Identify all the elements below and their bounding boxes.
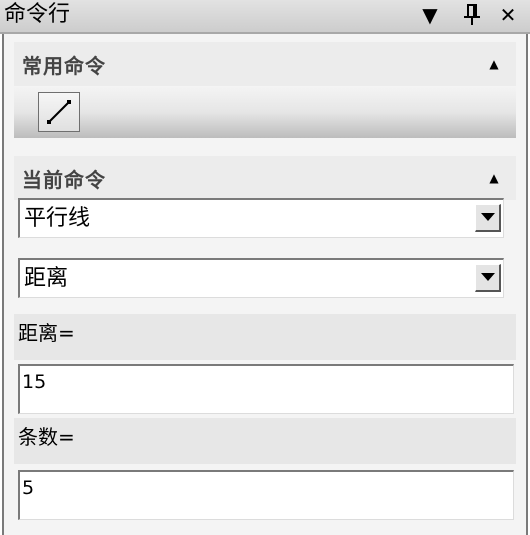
mode-select[interactable]: 距离: [18, 258, 504, 298]
collapse-up-icon[interactable]: ▲: [482, 160, 506, 196]
command-select[interactable]: 平行线: [18, 198, 504, 238]
count-value: 5: [22, 477, 35, 499]
command-select-value: 平行线: [24, 206, 91, 231]
command-panel: 常用命令 ▲ 当前命令 ▲ 平行线 距离 距离= 15 条数= 5: [2, 34, 528, 535]
mode-select-value: 距离: [24, 266, 69, 291]
distance-label-band: 距离=: [14, 314, 516, 360]
window-title: 命令行: [4, 2, 71, 27]
command-line-window: 命令行 ▼ ✕ 常用命令 ▲ 当前命令 ▲ 平行线 距离 距离= 15 条数= …: [0, 0, 530, 535]
dropdown-menu-icon[interactable]: ▼: [416, 0, 444, 30]
distance-value: 15: [22, 371, 47, 393]
collapse-up-icon[interactable]: ▲: [482, 46, 506, 82]
distance-input[interactable]: 15: [18, 364, 514, 414]
pin-icon[interactable]: [458, 0, 486, 30]
count-label: 条数=: [18, 425, 75, 449]
line-tool-icon: [47, 100, 71, 124]
count-label-band: 条数=: [14, 418, 516, 464]
title-bar[interactable]: 命令行 ▼ ✕: [0, 0, 530, 34]
current-command-header[interactable]: 当前命令 ▲: [14, 156, 516, 200]
line-tool-button[interactable]: [38, 92, 80, 132]
chevron-down-icon[interactable]: [475, 264, 501, 292]
pin-glyph: [464, 4, 480, 25]
current-command-title: 当前命令: [22, 168, 106, 192]
distance-label: 距离=: [18, 321, 75, 345]
close-icon[interactable]: ✕: [494, 0, 522, 30]
count-input[interactable]: 5: [18, 470, 514, 520]
common-commands-title: 常用命令: [22, 54, 106, 78]
common-commands-header[interactable]: 常用命令 ▲: [14, 42, 516, 86]
common-commands-toolbar: [14, 86, 516, 138]
chevron-down-icon[interactable]: [475, 204, 501, 232]
